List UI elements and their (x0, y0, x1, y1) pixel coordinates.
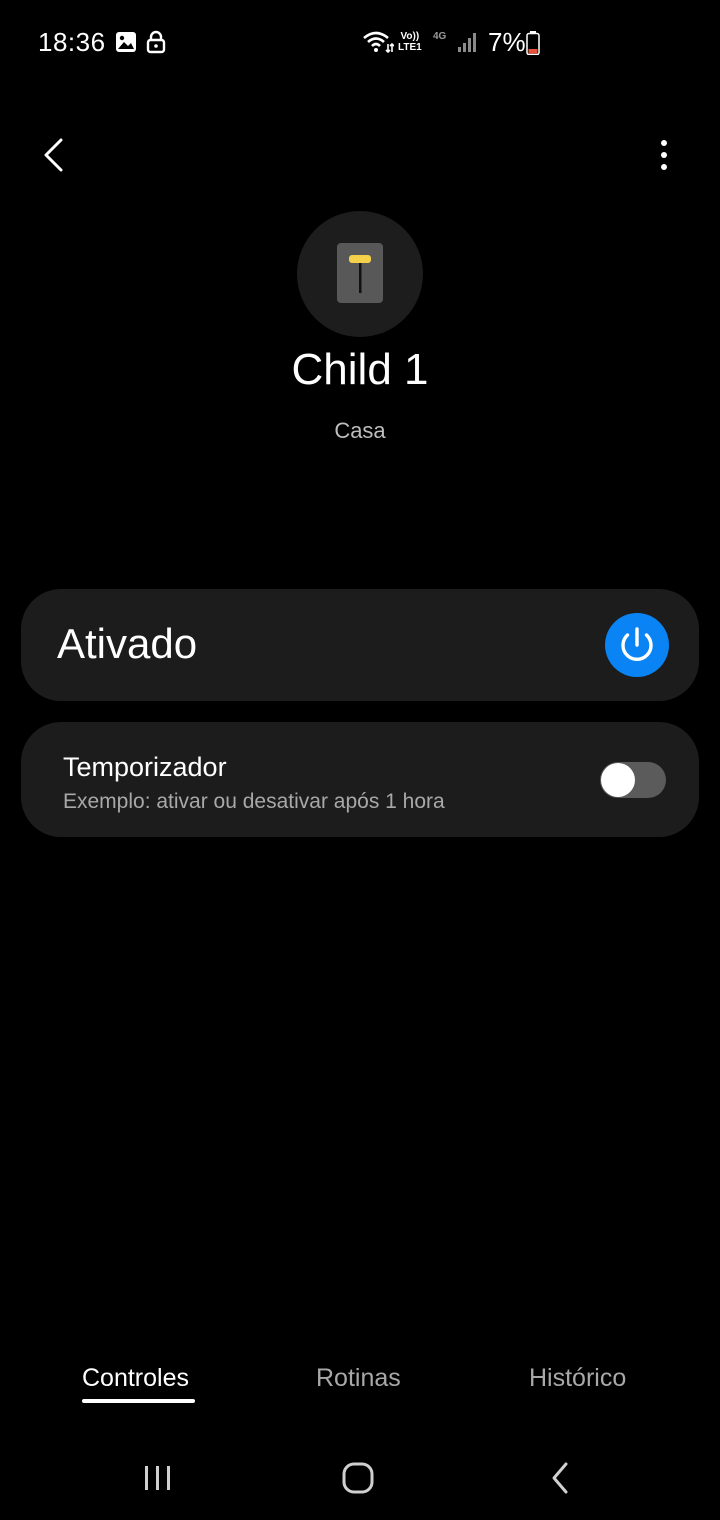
signal-icon (457, 31, 479, 58)
gallery-icon (115, 31, 137, 58)
network-type: 4G (433, 31, 447, 42)
recents-button[interactable] (128, 1458, 188, 1498)
home-button[interactable] (328, 1458, 388, 1498)
system-back-button[interactable] (530, 1458, 590, 1498)
more-options-button[interactable] (644, 128, 684, 184)
timer-subtitle: Exemplo: ativar ou desativar após 1 hora (63, 790, 445, 813)
home-icon (342, 1462, 374, 1494)
back-icon (552, 1462, 568, 1494)
power-status-label: Ativado (57, 620, 198, 667)
power-button[interactable] (605, 613, 669, 677)
tab-controles[interactable]: Controles (82, 1364, 189, 1393)
lock-icon (146, 30, 166, 59)
volte-line2: LTE1 (398, 42, 422, 53)
device-room: Casa (334, 418, 386, 443)
volte-icon: Vo)) LTE1 (398, 31, 422, 53)
device-icon-container (297, 211, 423, 337)
chevron-left-icon (44, 138, 63, 172)
wifi-icon (362, 30, 395, 59)
tab-rotinas[interactable]: Rotinas (316, 1364, 401, 1393)
switch-device-icon (337, 243, 383, 303)
system-nav-bar (0, 1440, 720, 1520)
more-vertical-icon (661, 140, 667, 170)
device-name: Child 1 (291, 345, 429, 394)
timer-toggle[interactable] (600, 762, 666, 798)
timer-title: Temporizador (63, 752, 227, 782)
status-time: 18:36 (38, 27, 106, 57)
back-button[interactable] (30, 128, 80, 184)
tab-historico[interactable]: Histórico (529, 1364, 626, 1393)
power-card: Ativado (21, 589, 699, 701)
recents-icon (145, 1466, 170, 1490)
volte-line1: Vo)) (400, 31, 420, 42)
toggle-knob (601, 763, 635, 797)
active-tab-indicator (82, 1399, 195, 1403)
timer-card[interactable]: Temporizador Exemplo: ativar ou desativa… (21, 722, 699, 837)
bottom-tabs: Controles Rotinas Histórico (0, 1360, 720, 1410)
power-icon (621, 627, 653, 661)
status-bar: 18:36 Vo)) LTE1 4G 7% (0, 0, 720, 88)
screen: 18:36 Vo)) LTE1 4G 7% Child 1 Casa Ativa… (0, 0, 720, 1520)
battery-icon (526, 31, 540, 60)
battery-percent: 7% (488, 27, 526, 57)
